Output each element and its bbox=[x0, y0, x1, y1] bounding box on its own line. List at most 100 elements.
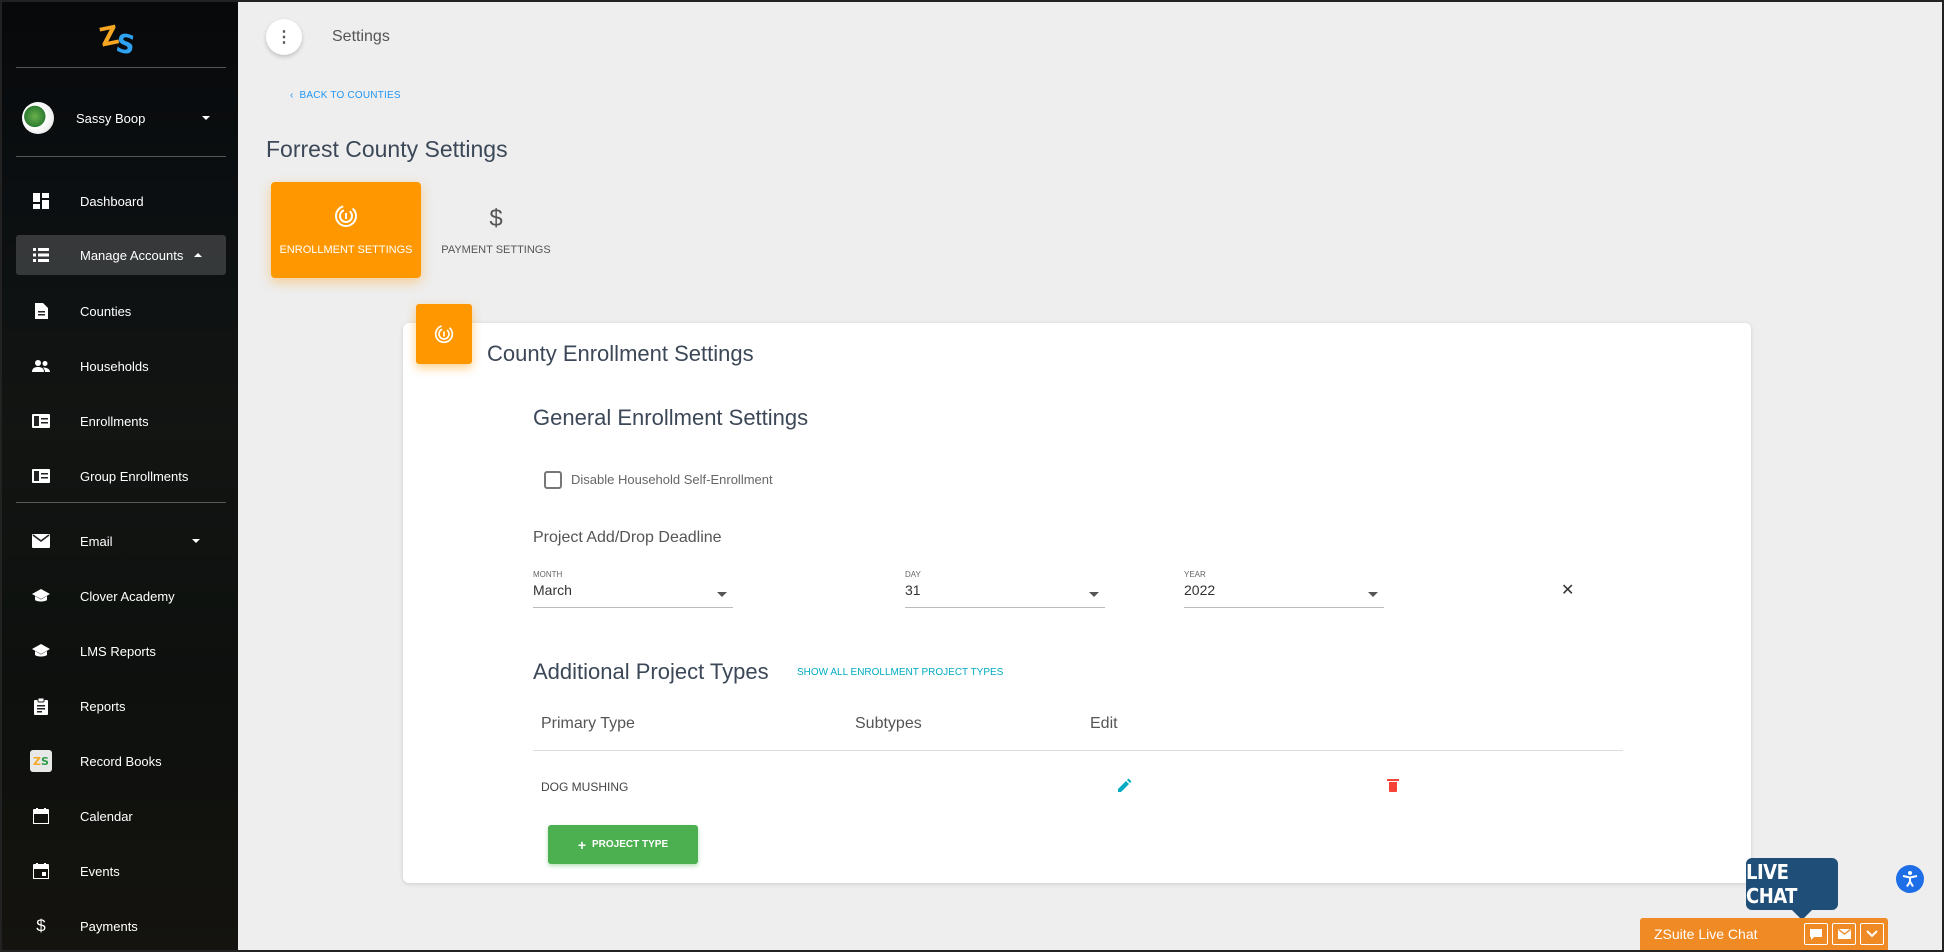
people-icon bbox=[30, 355, 52, 377]
year-label: YEAR bbox=[1184, 570, 1206, 579]
avatar bbox=[22, 102, 54, 134]
checkbox-label: Disable Household Self-Enrollment bbox=[571, 472, 773, 487]
tab-label: PAYMENT SETTINGS bbox=[441, 244, 551, 256]
sidebar-divider bbox=[16, 67, 226, 68]
topbar-title: Settings bbox=[332, 28, 390, 45]
month-label: MONTH bbox=[533, 570, 563, 579]
school-icon bbox=[30, 640, 52, 662]
chevron-left-icon: ‹ bbox=[290, 90, 294, 101]
event-icon bbox=[30, 860, 52, 882]
disable-self-enrollment-checkbox[interactable] bbox=[544, 471, 562, 489]
accessibility-icon[interactable] bbox=[1896, 865, 1924, 893]
back-to-counties-link[interactable]: ‹ BACK TO COUNTIES bbox=[290, 90, 401, 101]
day-select[interactable]: DAY 31 bbox=[905, 570, 1105, 608]
sidebar-item-label: Events bbox=[80, 863, 120, 879]
clipboard-icon bbox=[30, 695, 52, 717]
user-name: Sassy Boop bbox=[76, 110, 146, 126]
card-title: County Enrollment Settings bbox=[487, 341, 754, 366]
chevron-down-icon[interactable] bbox=[1860, 923, 1884, 945]
live-chat-bar[interactable]: ZSuite Live Chat bbox=[1640, 918, 1888, 950]
sidebar-item-label: Email bbox=[80, 533, 113, 549]
calendar-icon bbox=[30, 805, 52, 827]
mail-icon bbox=[30, 530, 52, 552]
live-chat-bubble[interactable]: LIVE CHAT bbox=[1746, 858, 1838, 920]
dollar-icon: $ bbox=[489, 205, 503, 232]
sidebar-item-payments[interactable]: $ Payments bbox=[16, 906, 226, 946]
general-settings-title: General Enrollment Settings bbox=[533, 405, 809, 430]
cell-primary-type: DOG MUSHING bbox=[541, 780, 629, 794]
chat-icon[interactable] bbox=[1804, 923, 1828, 945]
tab-enrollment-settings[interactable]: ENROLLMENT SETTINGS bbox=[271, 182, 421, 278]
county-enrollment-card: County Enrollment Settings General Enrol… bbox=[403, 323, 1751, 883]
tab-payment-settings[interactable]: $ PAYMENT SETTINGS bbox=[421, 182, 571, 278]
month-select[interactable]: MONTH March bbox=[533, 570, 733, 608]
sidebar-item-manage-accounts[interactable]: Manage Accounts bbox=[16, 235, 226, 275]
sidebar-item-label: Calendar bbox=[80, 808, 133, 824]
sidebar-item-group-enrollments[interactable]: Group Enrollments bbox=[16, 456, 226, 496]
sidebar-divider bbox=[16, 156, 226, 157]
sidebar-item-clover-academy[interactable]: Clover Academy bbox=[16, 576, 226, 616]
mail-icon[interactable] bbox=[1832, 923, 1856, 945]
additional-project-types-title: Additional Project Types bbox=[533, 659, 769, 684]
sidebar-item-events[interactable]: Events bbox=[16, 851, 226, 891]
school-icon bbox=[30, 585, 52, 607]
sidebar: ZS Sassy Boop Dashboard Manage Accounts … bbox=[2, 2, 238, 950]
sidebar-item-label: Counties bbox=[80, 303, 132, 319]
main-content: ⋮ Settings ‹ BACK TO COUNTIES Forrest Cou… bbox=[238, 2, 1942, 950]
sidebar-item-label: LMS Reports bbox=[80, 643, 156, 659]
live-chat-label: ZSuite Live Chat bbox=[1654, 926, 1758, 942]
sidebar-item-label: Reports bbox=[80, 698, 126, 714]
column-header-edit: Edit bbox=[1090, 715, 1118, 732]
sidebar-item-label: Record Books bbox=[80, 753, 162, 769]
year-value: 2022 bbox=[1184, 582, 1216, 598]
month-value: March bbox=[533, 582, 572, 598]
more-vert-icon[interactable]: ⋮ bbox=[266, 19, 302, 55]
column-header-primary-type: Primary Type bbox=[541, 715, 635, 732]
sidebar-item-record-books[interactable]: ZS Record Books bbox=[16, 741, 226, 781]
day-label: DAY bbox=[905, 570, 921, 579]
sidebar-item-households[interactable]: Households bbox=[16, 346, 226, 386]
user-menu[interactable]: Sassy Boop bbox=[22, 102, 218, 134]
sidebar-item-dashboard[interactable]: Dashboard bbox=[16, 181, 226, 221]
fingerprint-icon bbox=[334, 204, 358, 234]
day-value: 31 bbox=[905, 582, 921, 598]
sidebar-item-email[interactable]: Email bbox=[16, 521, 226, 561]
page-title: Forrest County Settings bbox=[266, 136, 508, 162]
caret-down-icon bbox=[1368, 592, 1378, 597]
card-badge-fingerprint-icon bbox=[416, 304, 472, 364]
add-project-type-button[interactable]: + PROJECT TYPE bbox=[548, 825, 698, 864]
sidebar-item-label: Manage Accounts bbox=[80, 247, 184, 263]
sidebar-item-label: Enrollments bbox=[80, 413, 149, 429]
delete-icon[interactable] bbox=[1387, 779, 1399, 792]
sidebar-item-calendar[interactable]: Calendar bbox=[16, 796, 226, 836]
dashboard-icon bbox=[30, 190, 52, 212]
sidebar-divider bbox=[16, 502, 226, 503]
caret-down-icon bbox=[202, 116, 210, 120]
caret-down-icon bbox=[1089, 592, 1099, 597]
sidebar-item-lms-reports[interactable]: LMS Reports bbox=[16, 631, 226, 671]
caret-up-icon bbox=[194, 253, 202, 257]
column-header-subtypes: Subtypes bbox=[855, 715, 922, 732]
dollar-icon: $ bbox=[36, 916, 46, 935]
id-card-icon bbox=[30, 465, 52, 487]
zs-logo-icon[interactable]: ZS bbox=[97, 20, 142, 62]
id-card-icon bbox=[30, 410, 52, 432]
plus-icon: + bbox=[577, 836, 587, 853]
tab-label: ENROLLMENT SETTINGS bbox=[279, 244, 413, 256]
caret-down-icon bbox=[717, 592, 727, 597]
clear-date-icon[interactable]: ✕ bbox=[1561, 580, 1574, 600]
document-icon bbox=[30, 300, 52, 322]
edit-icon[interactable] bbox=[1118, 778, 1132, 795]
sidebar-item-reports[interactable]: Reports bbox=[16, 686, 226, 726]
sidebar-item-enrollments[interactable]: Enrollments bbox=[16, 401, 226, 441]
list-icon bbox=[30, 244, 52, 266]
table-divider bbox=[533, 750, 1623, 751]
deadline-label: Project Add/Drop Deadline bbox=[533, 529, 722, 546]
sidebar-item-label: Households bbox=[80, 358, 149, 374]
sidebar-item-label: Clover Academy bbox=[80, 588, 175, 604]
sidebar-item-label: Payments bbox=[80, 918, 138, 934]
show-all-project-types-link[interactable]: SHOW ALL ENROLLMENT PROJECT TYPES bbox=[797, 667, 1003, 678]
caret-down-icon bbox=[192, 539, 200, 543]
sidebar-item-counties[interactable]: Counties bbox=[16, 291, 226, 331]
year-select[interactable]: YEAR 2022 bbox=[1184, 570, 1384, 608]
